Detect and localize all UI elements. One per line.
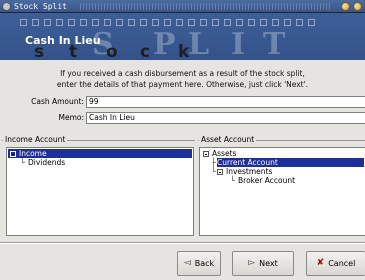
intro-line-1: If you received a cash disbursement as a…	[60, 69, 305, 78]
window-title: Stock Split	[14, 2, 67, 11]
memo-row: Memo: Cash In Lieu	[0, 112, 365, 125]
tree-connector-icon: └	[230, 176, 235, 185]
intro-text: If you received a cash disbursement as a…	[0, 68, 365, 90]
cancel-x-icon: ✘	[316, 258, 325, 268]
memo-field[interactable]: Cash In Lieu	[86, 112, 365, 124]
collapse-icon[interactable]	[203, 151, 209, 157]
tree-item-current-account[interactable]: Current Account	[217, 158, 364, 167]
income-account-tree[interactable]: Income └ Dividends	[6, 147, 194, 236]
title-bar[interactable]: Stock Split	[0, 0, 365, 13]
collapse-icon[interactable]	[217, 169, 223, 175]
tree-item-broker-account[interactable]: Broker Account	[238, 176, 295, 185]
arrow-left-icon: ◅	[183, 258, 191, 268]
income-account-label: Income Account	[3, 135, 68, 145]
asset-account-tree[interactable]: Assets ├ Current Account └ Investments └…	[199, 147, 365, 236]
asset-account-frame: Asset Account Assets ├ Current Account └…	[198, 135, 365, 239]
arrow-right-icon: ▻	[248, 258, 256, 268]
app-menu-icon[interactable]	[2, 2, 11, 11]
next-button[interactable]: ▻ Next	[232, 251, 294, 276]
button-separator	[0, 242, 365, 244]
maximize-icon[interactable]	[353, 2, 362, 11]
asset-account-label: Asset Account	[199, 135, 257, 145]
banner-decoration	[20, 19, 315, 26]
back-button[interactable]: ◅ Back	[177, 251, 221, 276]
title-bar-decoration	[80, 3, 330, 10]
wizard-banner: s t S o c P k L I T Cash In Lieu	[0, 13, 365, 60]
cash-amount-field[interactable]: 99	[86, 96, 365, 108]
page-title: Cash In Lieu	[25, 34, 101, 47]
intro-line-2: enter the details of that payment here. …	[56, 80, 309, 89]
tree-item-dividends[interactable]: Dividends	[28, 158, 65, 167]
cash-amount-label: Cash Amount:	[31, 97, 84, 106]
income-account-frame: Income Account Income └ Dividends	[2, 135, 195, 239]
tree-connector-icon: └	[211, 167, 216, 176]
tree-item-income[interactable]: Income	[8, 149, 192, 158]
cancel-button[interactable]: ✘ Cancel	[306, 251, 365, 276]
collapse-icon[interactable]	[10, 151, 16, 157]
memo-label: Memo:	[58, 113, 84, 122]
minimize-icon[interactable]	[341, 2, 350, 11]
tree-connector-icon: ├	[211, 158, 216, 167]
cash-amount-row: Cash Amount: 99	[0, 96, 365, 109]
tree-connector-icon: └	[20, 158, 25, 167]
